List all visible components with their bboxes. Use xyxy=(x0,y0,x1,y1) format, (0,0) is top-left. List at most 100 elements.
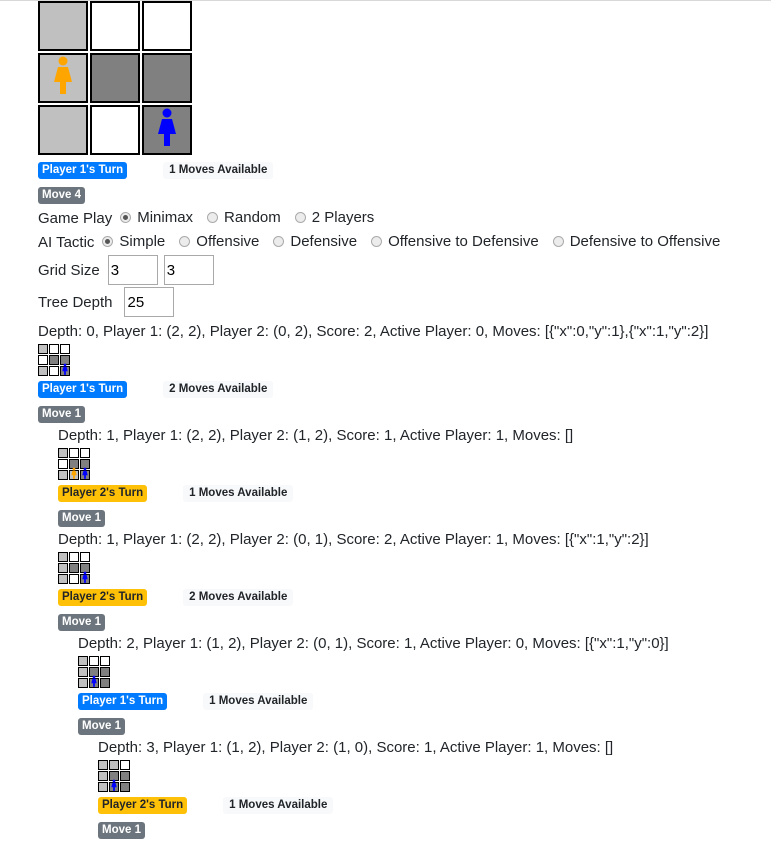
grid-size-label: Grid Size xyxy=(38,261,100,279)
node-state-text: Depth: 2, Player 1: (1, 2), Player 2: (0… xyxy=(78,635,669,652)
mini-board-cell xyxy=(38,344,48,354)
radio-label: Random xyxy=(224,209,281,226)
mini-board xyxy=(78,656,768,689)
radio-button[interactable] xyxy=(294,212,306,223)
tree-node: Depth: 0, Player 1: (2, 2), Player 2: (0… xyxy=(38,322,768,423)
board-cell[interactable] xyxy=(142,105,192,155)
radio-button[interactable] xyxy=(179,236,191,247)
player1-person-icon xyxy=(156,108,178,152)
minimax-tree: Depth: 0, Player 1: (2, 2), Player 2: (0… xyxy=(38,322,768,839)
mini-board-cell xyxy=(120,771,130,781)
mini-board-cell xyxy=(100,667,110,677)
ai-tactic-option[interactable]: Simple xyxy=(102,233,165,250)
move-count-badge[interactable]: Move 1 xyxy=(58,510,105,527)
mini-board-cell xyxy=(120,782,130,792)
mini-board-cell xyxy=(100,656,110,666)
mini-board-cell xyxy=(69,467,79,480)
grid-cols-input[interactable] xyxy=(107,255,158,285)
mini-board-cell xyxy=(58,459,68,469)
radio-label: Offensive xyxy=(196,233,260,250)
turn-badge: Player 2's Turn xyxy=(58,588,148,606)
moves-available-badge: 1 Moves Available xyxy=(163,161,274,179)
game-play-option[interactable]: Minimax xyxy=(120,209,193,226)
game-play-row: Game Play Minimax Random 2 Players xyxy=(38,206,768,230)
game-play-option[interactable]: 2 Players xyxy=(294,209,375,226)
mini-board-cell xyxy=(78,667,88,677)
radio-button[interactable] xyxy=(207,212,219,223)
mini-board-cell xyxy=(58,470,68,480)
mini-board-cell xyxy=(80,448,90,458)
mini-board-cell xyxy=(69,448,79,458)
radio-label: 2 Players xyxy=(311,209,375,226)
mini-board-cell xyxy=(49,344,59,354)
player1-person-icon xyxy=(82,467,89,484)
move-count-badge[interactable]: Move 1 xyxy=(78,718,125,735)
ai-tactic-option[interactable]: Defensive xyxy=(273,233,357,250)
game-play-label: Game Play xyxy=(38,209,113,227)
player1-person-icon xyxy=(91,675,98,692)
mini-board-cell xyxy=(60,363,70,376)
board-cell[interactable] xyxy=(38,1,88,51)
board-cell[interactable] xyxy=(90,53,140,103)
mini-board xyxy=(98,760,768,793)
moves-available-badge: 2 Moves Available xyxy=(183,588,294,606)
board-cell[interactable] xyxy=(38,53,88,103)
radio-label: Offensive to Defensive xyxy=(388,233,539,250)
mini-board-cell xyxy=(109,760,119,770)
board-cell[interactable] xyxy=(142,1,192,51)
turn-badge: Player 1's Turn xyxy=(78,692,168,710)
move-count-badge[interactable]: Move 1 xyxy=(58,614,105,631)
radio-label: Simple xyxy=(119,233,166,250)
board-cell[interactable] xyxy=(90,1,140,51)
mini-board-cell xyxy=(80,552,90,562)
tree-node: Depth: 1, Player 1: (2, 2), Player 2: (1… xyxy=(58,426,768,527)
board-cell[interactable] xyxy=(90,105,140,155)
board-cell[interactable] xyxy=(38,105,88,155)
board-cell[interactable] xyxy=(142,53,192,103)
game-play-option[interactable]: Random xyxy=(207,209,281,226)
mini-board-cell xyxy=(38,355,48,365)
player2-person-icon xyxy=(52,56,74,100)
grid-rows-input[interactable] xyxy=(163,255,214,285)
tree-node: Depth: 3, Player 1: (1, 2), Player 2: (1… xyxy=(98,738,768,839)
mini-board xyxy=(38,344,768,377)
mini-board-cell xyxy=(69,574,79,584)
radio-button[interactable] xyxy=(552,236,564,247)
node-state-text: Depth: 1, Player 1: (2, 2), Player 2: (1… xyxy=(58,427,574,444)
moves-available-badge: 1 Moves Available xyxy=(223,796,334,814)
radio-label: Defensive to Offensive xyxy=(569,233,721,250)
ai-tactic-option[interactable]: Offensive xyxy=(179,233,259,250)
mini-board-cell xyxy=(98,771,108,781)
turn-badge: Player 1's Turn xyxy=(38,161,128,179)
player2-person-icon xyxy=(71,467,78,484)
tree-depth-input[interactable] xyxy=(124,287,175,317)
mini-board-cell xyxy=(89,675,99,688)
move-count-badge[interactable]: Move 1 xyxy=(38,406,85,423)
mini-board-cell xyxy=(60,344,70,354)
move-count-badge[interactable]: Move 1 xyxy=(98,822,145,839)
radio-button[interactable] xyxy=(102,236,114,247)
mini-board-cell xyxy=(120,760,130,770)
turn-badge: Player 1's Turn xyxy=(38,380,128,398)
mini-board-cell xyxy=(80,467,90,480)
mini-board-cell xyxy=(49,355,59,365)
radio-button[interactable] xyxy=(273,236,285,247)
player1-person-icon xyxy=(82,571,89,588)
moves-available-badge: 1 Moves Available xyxy=(203,692,314,710)
mini-board-cell xyxy=(58,563,68,573)
turn-badge: Player 2's Turn xyxy=(98,796,188,814)
radio-button[interactable] xyxy=(371,236,383,247)
mini-board-cell xyxy=(58,448,68,458)
mini-board-cell xyxy=(49,366,59,376)
radio-label: Minimax xyxy=(137,209,194,226)
ai-tactic-row: AI Tactic Simple Offensive Defensive Offens… xyxy=(38,230,768,254)
game-page: Player 1's Turn 1 Moves Available Move 4… xyxy=(38,1,768,839)
ai-tactic-option[interactable]: Defensive to Offensive xyxy=(552,233,721,250)
radio-button[interactable] xyxy=(120,212,132,223)
node-state-text: Depth: 0, Player 1: (2, 2), Player 2: (0… xyxy=(38,323,709,340)
tree-node: Depth: 1, Player 1: (2, 2), Player 2: (0… xyxy=(58,530,768,631)
game-board xyxy=(38,1,768,157)
tree-depth-row: Tree Depth xyxy=(38,286,768,318)
ai-tactic-option[interactable]: Offensive to Defensive xyxy=(371,233,539,250)
ai-tactic-label: AI Tactic xyxy=(38,233,95,251)
